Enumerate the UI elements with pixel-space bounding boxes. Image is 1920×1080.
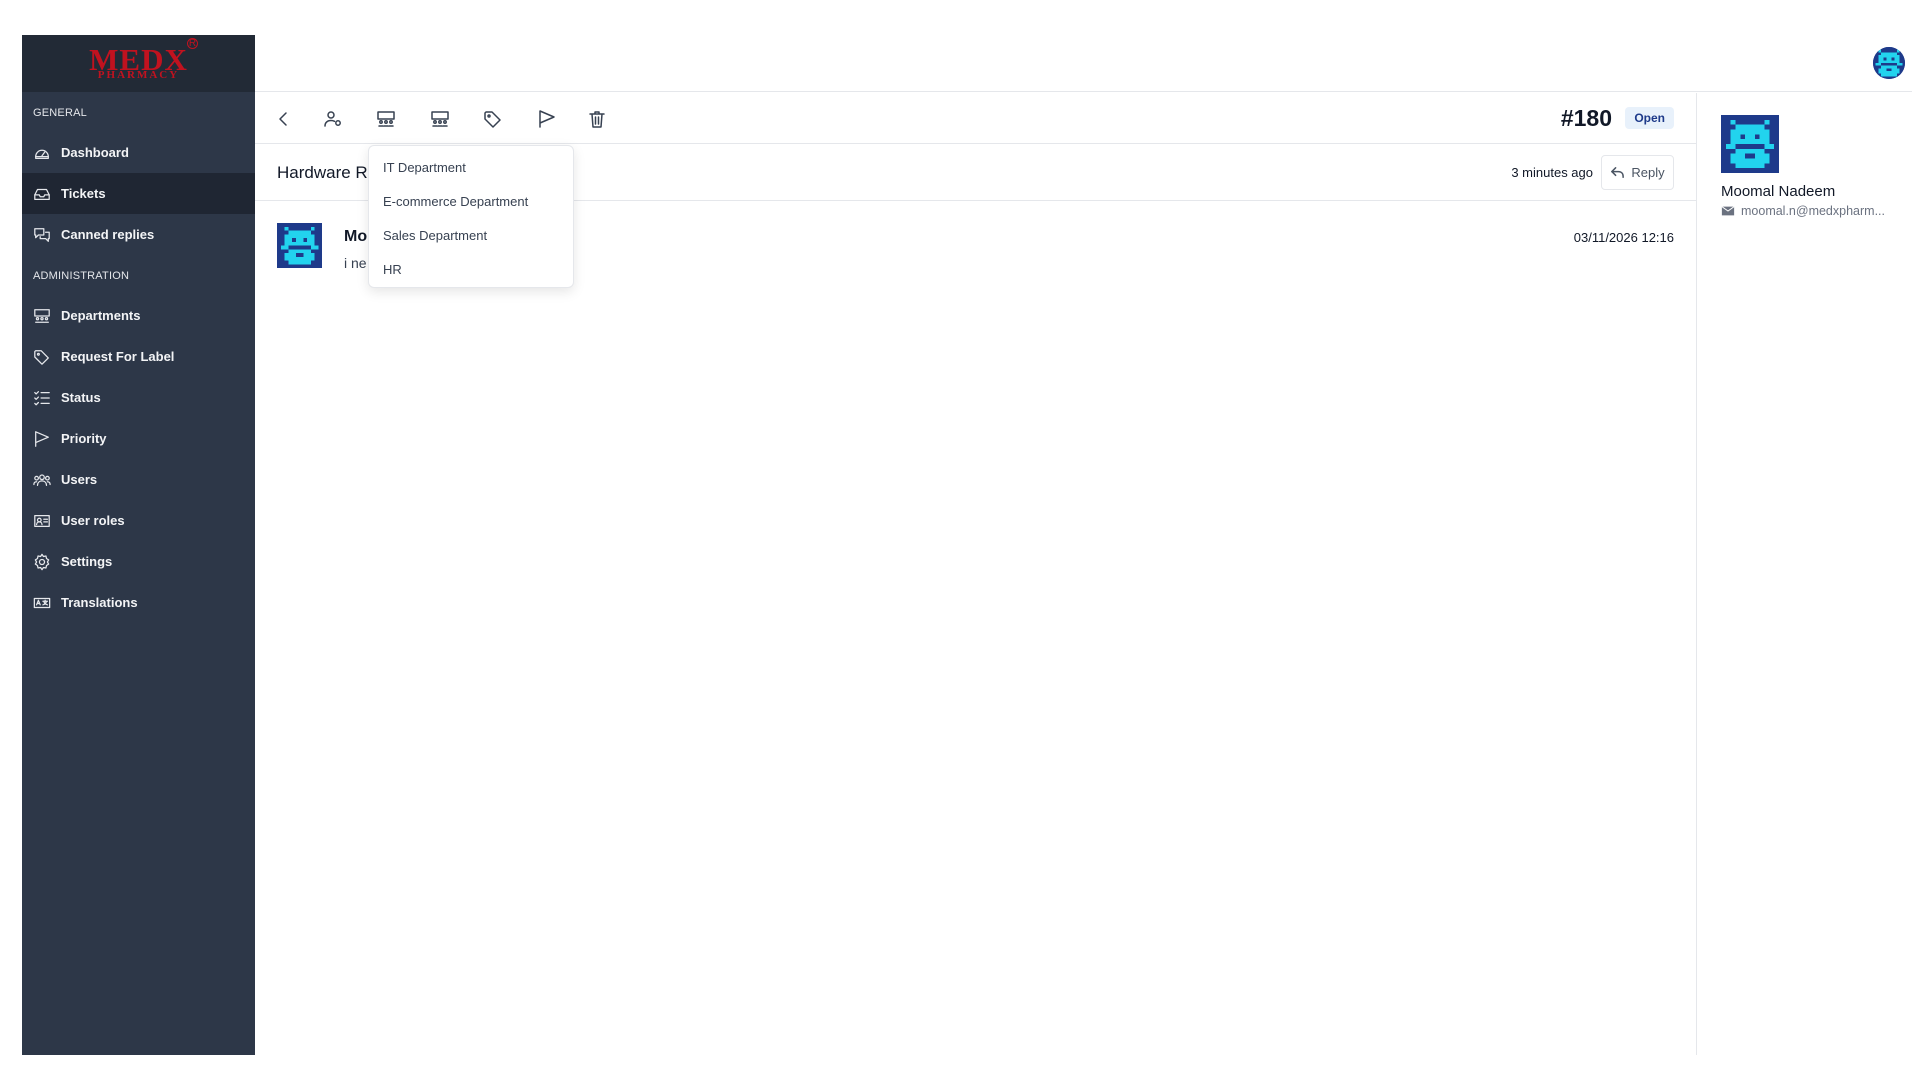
back-button[interactable] (271, 106, 297, 132)
sidebar-item-label: Request For Label (61, 349, 175, 364)
sidebar-item-tickets[interactable]: Tickets (22, 173, 255, 214)
sidebar-item-dashboard[interactable]: Dashboard (22, 132, 255, 173)
assign-user-icon (324, 111, 341, 127)
sidebar-item-label: Translations (61, 595, 138, 610)
delete-button[interactable] (584, 106, 610, 132)
top-bar (255, 35, 1912, 92)
requester-email-text: moomal.n@medxpharm... (1741, 204, 1885, 218)
sidebar-item-label: User roles (61, 513, 125, 528)
sidebar-item-label: Dashboard (61, 145, 129, 160)
avatar (277, 223, 322, 268)
requester-panel: Moomal Nadeem moomal.n@medxpharm... (1698, 93, 1912, 1055)
sidebar-item-label: Priority (61, 431, 107, 446)
departments-icon (32, 306, 52, 326)
ticket-subject: Hardware R (277, 163, 368, 182)
envelope-icon (1721, 206, 1735, 216)
flag-icon (32, 429, 52, 449)
brand-logo[interactable]: MEDX PHARMACY R (22, 35, 255, 92)
tag-icon (32, 347, 52, 367)
sidebar-item-status[interactable]: Status (22, 377, 255, 418)
priority-flag-icon (539, 110, 555, 128)
department-alt-button[interactable] (427, 106, 453, 132)
dropdown-option-ecommerce-department[interactable]: E-commerce Department (369, 185, 573, 219)
department-alt-icon (431, 111, 449, 127)
reply-button[interactable]: Reply (1601, 155, 1674, 190)
department-dropdown: IT Department E-commerce Department Sale… (368, 145, 574, 288)
requester-name: Moomal Nadeem (1721, 183, 1836, 200)
list-check-icon (32, 388, 52, 408)
logo-subtext: PHARMACY (97, 69, 180, 81)
section-label-administration: ADMINISTRATION (33, 270, 130, 282)
sidebar-item-label: Departments (61, 308, 141, 323)
dropdown-option-sales-department[interactable]: Sales Department (369, 219, 573, 253)
department-icon (377, 111, 395, 127)
message-body: i ne (344, 255, 367, 271)
chat-icon (32, 225, 52, 245)
requester-avatar (1721, 115, 1779, 173)
sidebar-item-user-roles[interactable]: User roles (22, 500, 255, 541)
status-badge[interactable]: Open (1625, 107, 1674, 129)
sidebar: MEDX PHARMACY R GENERAL Dashboard Ticket… (22, 35, 255, 1055)
sidebar-item-settings[interactable]: Settings (22, 541, 255, 582)
requester-email[interactable]: moomal.n@medxpharm... (1721, 204, 1885, 218)
assign-user-button[interactable] (320, 106, 346, 132)
sidebar-item-canned-replies[interactable]: Canned replies (22, 214, 255, 255)
department-button[interactable] (373, 106, 399, 132)
sidebar-item-priority[interactable]: Priority (22, 418, 255, 459)
registered-mark: R (187, 38, 198, 49)
gear-icon (32, 552, 52, 572)
translate-icon (32, 593, 52, 613)
ticket-toolbar: #180 Open (255, 93, 1696, 144)
sidebar-item-departments[interactable]: Departments (22, 295, 255, 336)
label-icon (484, 111, 501, 128)
users-icon (32, 470, 52, 490)
sidebar-item-label: Tickets (61, 186, 106, 201)
label-button[interactable] (480, 106, 506, 132)
reply-icon (1611, 167, 1625, 178)
sidebar-item-users[interactable]: Users (22, 459, 255, 500)
dropdown-option-it-department[interactable]: IT Department (369, 151, 573, 185)
sidebar-item-request-for-label[interactable]: Request For Label (22, 336, 255, 377)
back-icon (279, 112, 287, 126)
current-user-avatar[interactable] (1873, 47, 1905, 79)
section-label-general: GENERAL (33, 107, 87, 119)
ticket-time-ago: 3 minutes ago (1511, 165, 1593, 180)
app-window: MEDX PHARMACY R GENERAL Dashboard Ticket… (22, 35, 1912, 1055)
message-author: Mo (344, 228, 368, 245)
sidebar-item-label: Users (61, 472, 98, 487)
dropdown-option-hr[interactable]: HR (369, 253, 573, 287)
id-card-icon (32, 511, 52, 531)
sidebar-item-label: Settings (61, 554, 113, 569)
sidebar-item-translations[interactable]: Translations (22, 582, 255, 623)
sidebar-item-label: Status (61, 390, 101, 405)
sidebar-item-label: Canned replies (61, 227, 155, 242)
message-date: 03/11/2026 12:16 (1573, 230, 1674, 245)
reply-button-label: Reply (1631, 165, 1665, 180)
gauge-icon (32, 143, 52, 163)
priority-button[interactable] (534, 106, 560, 132)
ticket-number: #180 (1560, 105, 1612, 131)
inbox-icon (32, 184, 52, 204)
trash-icon (589, 111, 605, 128)
